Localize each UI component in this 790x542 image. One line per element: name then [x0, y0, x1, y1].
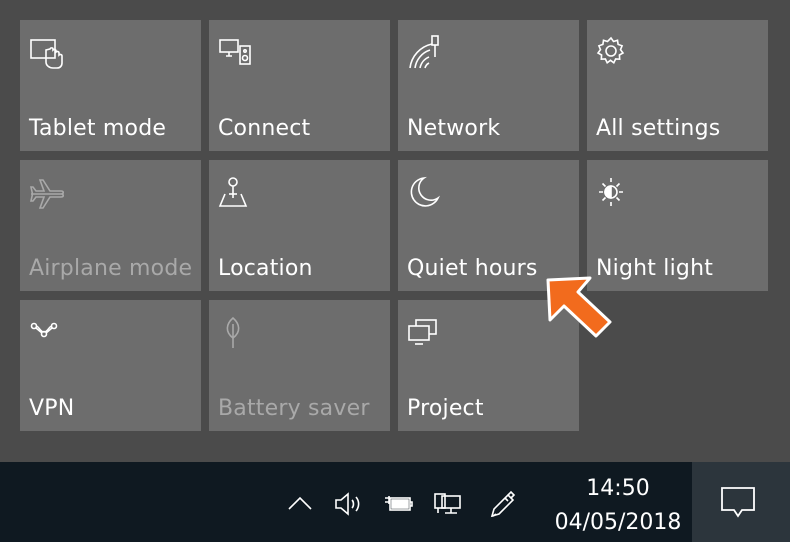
- chevron-up-icon[interactable]: [284, 488, 316, 520]
- project-icon: [406, 314, 446, 354]
- taskbar-clock[interactable]: 14:50 04/05/2018: [548, 472, 688, 540]
- clock-time: 14:50: [586, 476, 650, 501]
- tile-label: VPN: [29, 396, 75, 421]
- location-icon: [217, 174, 257, 214]
- tile-label: Location: [218, 256, 313, 281]
- network-icon: [406, 34, 446, 74]
- tile-vpn[interactable]: VPN: [20, 300, 201, 431]
- tile-label: Battery saver: [218, 396, 370, 421]
- tile-label: Tablet mode: [29, 116, 167, 141]
- action-center-button[interactable]: [692, 462, 790, 542]
- quick-actions-grid: Tablet mode Connect Network All settings: [20, 20, 768, 431]
- tile-label: Network: [407, 116, 501, 141]
- moon-icon: [406, 174, 446, 214]
- tile-location[interactable]: Location: [209, 160, 390, 291]
- notification-icon: [721, 487, 755, 518]
- leaf-icon: [217, 314, 257, 354]
- tablet-mode-icon: [28, 34, 68, 74]
- tile-tablet-mode[interactable]: Tablet mode: [20, 20, 201, 151]
- vpn-icon: [28, 314, 68, 354]
- tile-label: Project: [407, 396, 484, 421]
- tile-connect[interactable]: Connect: [209, 20, 390, 151]
- pen-icon[interactable]: [486, 488, 518, 520]
- action-center-panel: Tablet mode Connect Network All settings: [0, 0, 790, 462]
- tile-label: All settings: [596, 116, 721, 141]
- gear-icon: [595, 34, 635, 74]
- tile-all-settings[interactable]: All settings: [587, 20, 768, 151]
- tile-battery-saver[interactable]: Battery saver: [209, 300, 390, 431]
- highlight-arrow-icon: [546, 276, 612, 338]
- tile-network[interactable]: Network: [398, 20, 579, 151]
- tile-label: Quiet hours: [407, 256, 538, 281]
- connect-icon: [217, 34, 257, 74]
- tile-label: Airplane mode: [29, 256, 193, 281]
- airplane-icon: [28, 174, 68, 214]
- tile-label: Connect: [218, 116, 311, 141]
- tile-airplane-mode[interactable]: Airplane mode: [20, 160, 201, 291]
- taskbar: 14:50 04/05/2018: [0, 462, 790, 542]
- clock-date: 04/05/2018: [554, 510, 682, 535]
- volume-icon[interactable]: [332, 488, 364, 520]
- sun-icon: [595, 174, 635, 214]
- battery-plugged-icon[interactable]: [382, 488, 414, 520]
- network-wired-icon[interactable]: [432, 488, 464, 520]
